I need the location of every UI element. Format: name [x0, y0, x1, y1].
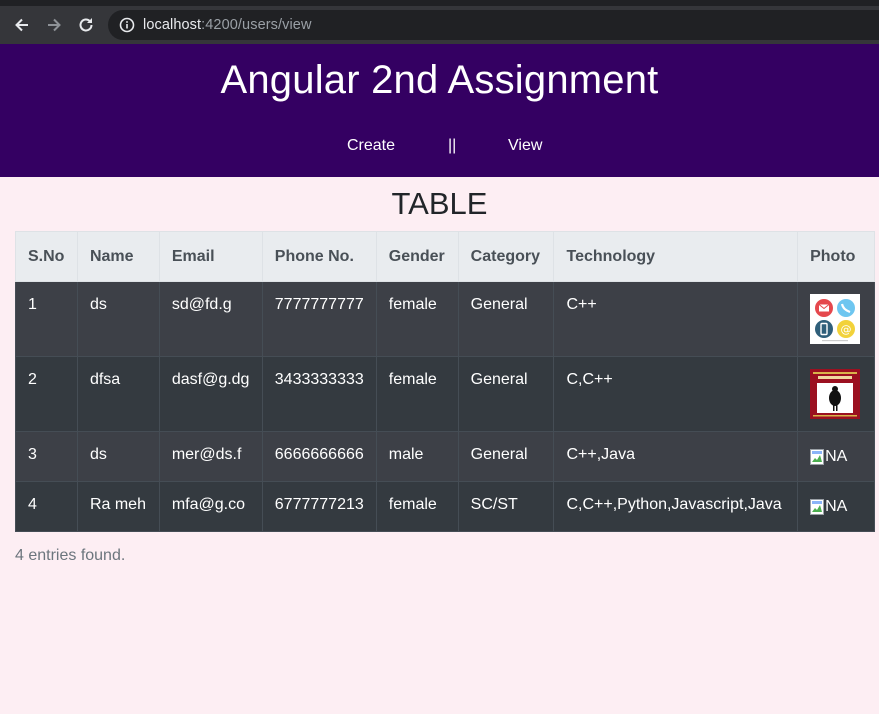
url-text: localhost:4200/users/view: [143, 17, 312, 33]
cell-name: ds: [76, 281, 160, 357]
info-icon[interactable]: [118, 16, 136, 34]
cell-sno: 4: [15, 481, 78, 532]
cell-technology: C++,Java: [553, 431, 799, 482]
contact-icons-image: @: [810, 294, 861, 344]
top-nav: Create || View: [0, 137, 879, 157]
column-header-sno: S.No: [15, 231, 78, 282]
cell-phone: 7777777777: [261, 281, 377, 357]
broken-image-icon: [810, 499, 825, 515]
table-row: 1 ds sd@fd.g 7777777777 female General C…: [15, 281, 875, 357]
table-title: TABLE: [391, 186, 488, 221]
browser-toolbar: localhost:4200/users/view: [0, 0, 879, 44]
table-row: 4 Ra meh mfa@g.co 6777777213 female SC/S…: [15, 481, 875, 532]
column-header-phone: Phone No.: [261, 231, 377, 282]
nav-separator: ||: [448, 137, 457, 154]
column-header-photo: Photo: [797, 231, 875, 282]
cell-gender: female: [375, 356, 459, 432]
svg-text:@: @: [841, 323, 852, 336]
page-title: Angular 2nd Assignment: [220, 58, 659, 102]
broken-image-icon: [810, 449, 825, 465]
cell-gender: female: [375, 481, 459, 532]
cell-photo: @: [797, 281, 875, 357]
cell-phone: 6666666666: [261, 431, 377, 482]
cell-name: ds: [76, 431, 160, 482]
back-arrow-icon[interactable]: [9, 12, 35, 38]
cell-category: General: [457, 281, 555, 357]
cell-name: Ra meh: [76, 481, 160, 532]
book-cover-image: [810, 369, 861, 419]
cell-email: mer@ds.f: [158, 431, 263, 482]
users-table: S.No Name Email Phone No. Gender Categor…: [15, 231, 875, 532]
cell-category: SC/ST: [457, 481, 555, 532]
view-link[interactable]: View: [508, 137, 542, 155]
cell-sno: 1: [15, 281, 78, 357]
cell-phone: 6777777213: [261, 481, 377, 532]
cell-phone: 3433333333: [261, 356, 377, 432]
table-row: 3 ds mer@ds.f 6666666666 male General C+…: [15, 431, 875, 482]
cell-email: dasf@g.dg: [158, 356, 263, 432]
cell-sno: 3: [15, 431, 78, 482]
column-header-technology: Technology: [553, 231, 799, 282]
reload-icon[interactable]: [73, 12, 99, 38]
cell-name: dfsa: [76, 356, 160, 432]
cell-gender: male: [375, 431, 459, 482]
column-header-name: Name: [76, 231, 160, 282]
cell-category: General: [457, 431, 555, 482]
cell-gender: female: [375, 281, 459, 357]
address-bar[interactable]: localhost:4200/users/view: [108, 10, 879, 40]
cell-technology: C,C++: [553, 356, 799, 432]
broken-image: NA: [810, 446, 847, 466]
table-row: 2 dfsa dasf@g.dg 3433333333 female Gener…: [15, 356, 875, 432]
broken-image: NA: [810, 496, 847, 516]
create-link[interactable]: Create: [347, 137, 395, 155]
column-header-category: Category: [457, 231, 555, 282]
cell-technology: C++: [553, 281, 799, 357]
entries-count: 4 entries found.: [15, 547, 126, 564]
table-header-row: S.No Name Email Phone No. Gender Categor…: [15, 231, 875, 282]
page-header: Angular 2nd Assignment Create || View: [0, 44, 879, 177]
cell-email: sd@fd.g: [158, 281, 263, 357]
cell-email: mfa@g.co: [158, 481, 263, 532]
cell-photo: NA: [797, 481, 875, 532]
cell-photo: NA: [797, 431, 875, 482]
forward-arrow-icon[interactable]: [41, 12, 67, 38]
cell-sno: 2: [15, 356, 78, 432]
cell-technology: C,C++,Python,Javascript,Java: [553, 481, 799, 532]
column-header-gender: Gender: [375, 231, 459, 282]
column-header-email: Email: [158, 231, 263, 282]
cell-category: General: [457, 356, 555, 432]
cell-photo: [797, 356, 875, 432]
